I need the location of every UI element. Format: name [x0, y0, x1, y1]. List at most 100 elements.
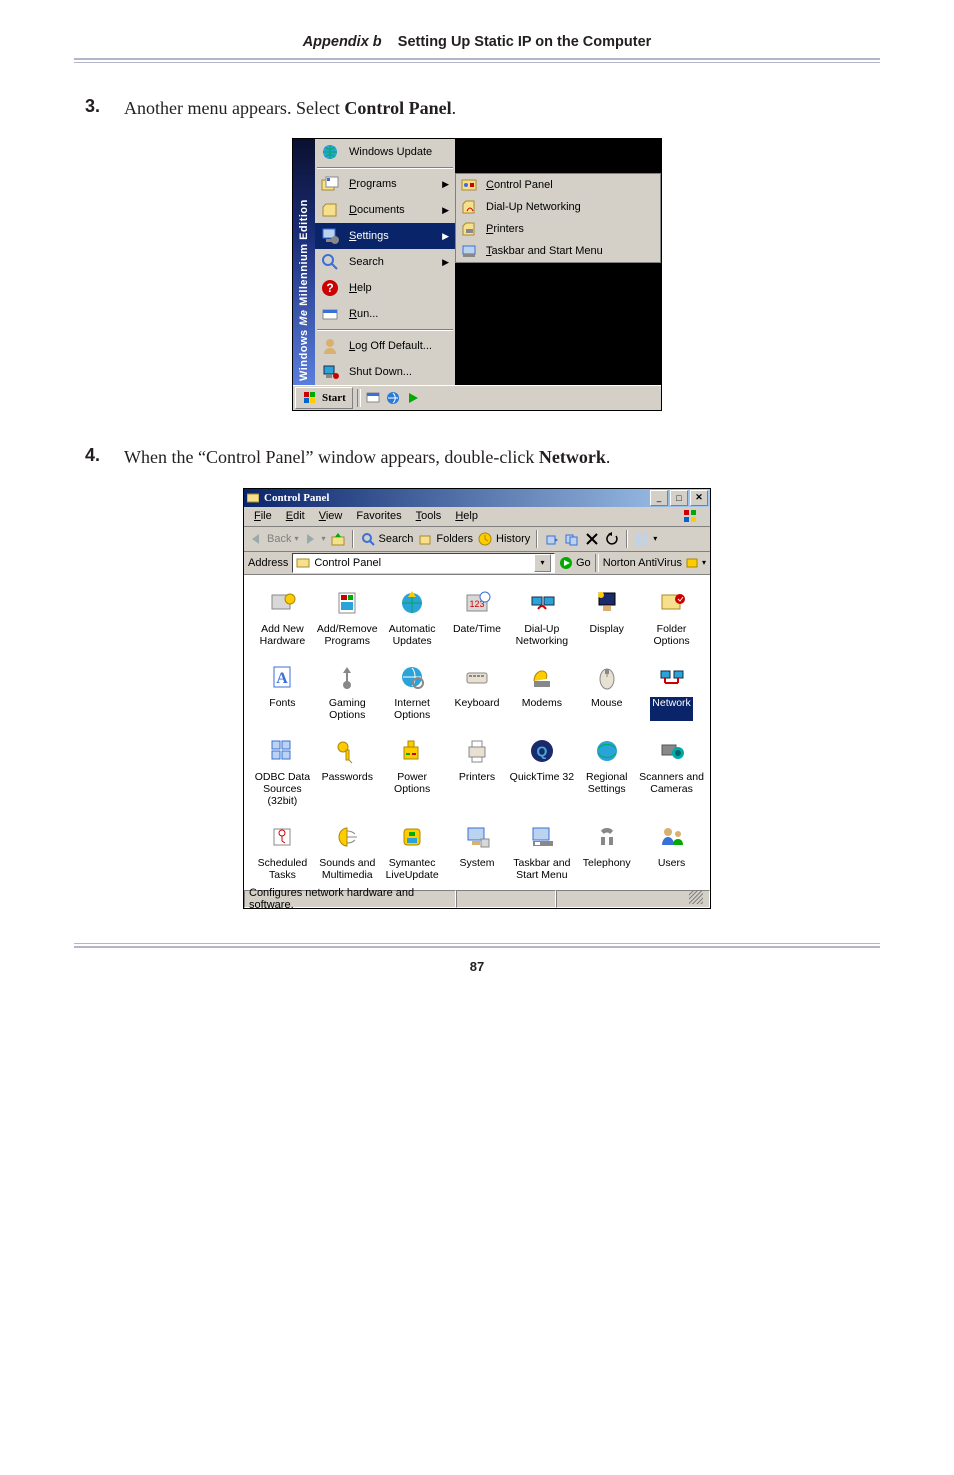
submenu-item-taskbar[interactable]: Taskbar and Start Menu	[456, 240, 660, 262]
control-panel-item-label: Keyboard	[455, 697, 500, 721]
toolbar-search[interactable]: Search	[360, 531, 414, 547]
control-panel-item[interactable]: Scanners and Cameras	[639, 733, 704, 809]
start-menu-item-windows-update[interactable]: Windows Update	[315, 139, 455, 165]
control-panel-item[interactable]: Folder Options	[639, 585, 704, 649]
submenu-item-dialup[interactable]: Dial-Up Networking	[456, 196, 660, 218]
control-panel-item-label: Dial-Up Networking	[509, 623, 574, 647]
start-menu-item-logoff[interactable]: Log Off Default...	[315, 333, 455, 359]
control-panel-item-label: ODBC Data Sources (32bit)	[250, 771, 315, 807]
toolbar-moveto[interactable]	[544, 531, 560, 547]
menu-help[interactable]: Help	[449, 509, 484, 523]
menu-favorites[interactable]: Favorites	[350, 509, 407, 523]
window-maximize-button[interactable]: □	[670, 490, 688, 506]
control-panel-item[interactable]: Network	[639, 659, 704, 723]
control-panel-item-label: System	[459, 857, 494, 881]
toolbar-history[interactable]: History	[477, 531, 530, 547]
toolbar-views[interactable]: ▾	[634, 531, 657, 547]
control-panel-item[interactable]: Taskbar and Start Menu	[509, 819, 574, 883]
menu-edit[interactable]: Edit	[280, 509, 311, 523]
control-panel-item-icon	[656, 661, 688, 693]
control-panel-item[interactable]: QQuickTime 32	[509, 733, 574, 809]
control-panel-item[interactable]: Telephony	[574, 819, 639, 883]
quicklaunch-media-icon[interactable]	[405, 390, 421, 406]
start-menu-item-settings[interactable]: Settings ▶	[315, 223, 455, 249]
windows-flag-icon	[302, 390, 318, 406]
control-panel-item-label: Sounds and Multimedia	[315, 857, 380, 881]
menu-tools[interactable]: Tools	[410, 509, 448, 523]
toolbar-undo[interactable]	[604, 531, 620, 547]
control-panel-item-icon	[266, 821, 298, 853]
control-panel-item[interactable]: Dial-Up Networking	[509, 585, 574, 649]
control-panel-item-icon	[331, 735, 363, 767]
control-panel-item[interactable]: Scheduled Tasks	[250, 819, 315, 883]
start-menu-item-run[interactable]: Run...	[315, 301, 455, 327]
toolbar-forward[interactable]: ▾	[302, 531, 325, 547]
norton-antivirus-button[interactable]: Norton AntiVirus ▾	[603, 556, 706, 570]
back-arrow-icon	[248, 531, 264, 547]
control-panel-item-label: Internet Options	[380, 697, 445, 721]
control-panel-item[interactable]: Regional Settings	[574, 733, 639, 809]
step-number: 4.	[74, 445, 100, 469]
control-panel-item[interactable]: Mouse	[574, 659, 639, 723]
chevron-down-icon[interactable]: ▾	[534, 554, 551, 572]
step-4: 4. When the “Control Panel” window appea…	[74, 445, 880, 469]
control-panel-item[interactable]: Add New Hardware	[250, 585, 315, 649]
views-icon	[634, 531, 650, 547]
control-panel-item[interactable]: Display	[574, 585, 639, 649]
submenu-item-printers[interactable]: Printers	[456, 218, 660, 240]
resize-grip-icon[interactable]	[689, 890, 703, 904]
control-panel-item[interactable]: Power Options	[380, 733, 445, 809]
control-panel-item[interactable]: Passwords	[315, 733, 380, 809]
control-panel-item-label: Power Options	[380, 771, 445, 795]
control-panel-item-icon	[461, 821, 493, 853]
window-close-button[interactable]: ✕	[690, 490, 708, 506]
start-button[interactable]: Start	[295, 387, 353, 409]
control-panel-item-label: Gaming Options	[315, 697, 380, 721]
control-panel-item[interactable]: System	[445, 819, 510, 883]
menu-view[interactable]: View	[313, 509, 349, 523]
control-panel-item[interactable]: 123Date/Time	[445, 585, 510, 649]
quicklaunch-desktop-icon[interactable]	[365, 390, 381, 406]
toolbar-up[interactable]	[330, 531, 346, 547]
control-panel-item-icon	[526, 821, 558, 853]
control-panel-item[interactable]: ODBC Data Sources (32bit)	[250, 733, 315, 809]
control-panel-item-icon	[656, 821, 688, 853]
toolbar-back[interactable]: Back ▾	[248, 531, 298, 547]
toolbar-copyto[interactable]	[564, 531, 580, 547]
start-menu-item-shutdown[interactable]: Shut Down...	[315, 359, 455, 385]
control-panel-item[interactable]: Symantec LiveUpdate	[380, 819, 445, 883]
menu-file[interactable]: File	[248, 509, 278, 523]
control-panel-item-label: Users	[658, 857, 685, 881]
step-text: When the “Control Panel” window appears,…	[124, 445, 610, 469]
toolbar-delete[interactable]	[584, 531, 600, 547]
control-panel-item[interactable]: Internet Options	[380, 659, 445, 723]
svg-text:?: ?	[326, 281, 333, 295]
start-menu-item-help[interactable]: ? Help	[315, 275, 455, 301]
step-text: Another menu appears. Select Control Pan…	[124, 96, 456, 120]
settings-submenu: Control Panel Dial-Up Networking	[455, 173, 661, 263]
start-menu-item-programs[interactable]: Programs ▶	[315, 171, 455, 197]
start-menu-item-documents[interactable]: Documents ▶	[315, 197, 455, 223]
submenu-item-control-panel[interactable]: Control Panel	[456, 174, 660, 196]
control-panel-item[interactable]: Printers	[445, 733, 510, 809]
control-panel-item-icon	[396, 821, 428, 853]
control-panel-item[interactable]: Users	[639, 819, 704, 883]
control-panel-item-icon	[396, 661, 428, 693]
control-panel-item[interactable]: Modems	[509, 659, 574, 723]
start-menu-item-search[interactable]: Search ▶	[315, 249, 455, 275]
quicklaunch-ie-icon[interactable]	[385, 390, 401, 406]
chevron-right-icon: ▶	[442, 257, 449, 268]
window-minimize-button[interactable]: _	[650, 490, 668, 506]
control-panel-item[interactable]: Add/Remove Programs	[315, 585, 380, 649]
control-panel-item[interactable]: Sounds and Multimedia	[315, 819, 380, 883]
control-panel-item[interactable]: AFonts	[250, 659, 315, 723]
control-panel-item-icon	[656, 587, 688, 619]
address-go-button[interactable]: Go	[559, 556, 591, 570]
control-panel-item[interactable]: Gaming Options	[315, 659, 380, 723]
window-titlebar[interactable]: Control Panel _ □ ✕	[244, 489, 710, 507]
control-panel-item[interactable]: Automatic Updates	[380, 585, 445, 649]
toolbar-folders[interactable]: Folders	[417, 531, 473, 547]
control-panel-item[interactable]: Keyboard	[445, 659, 510, 723]
control-panel-icon	[296, 556, 310, 570]
address-combobox[interactable]: Control Panel ▾	[292, 553, 555, 573]
